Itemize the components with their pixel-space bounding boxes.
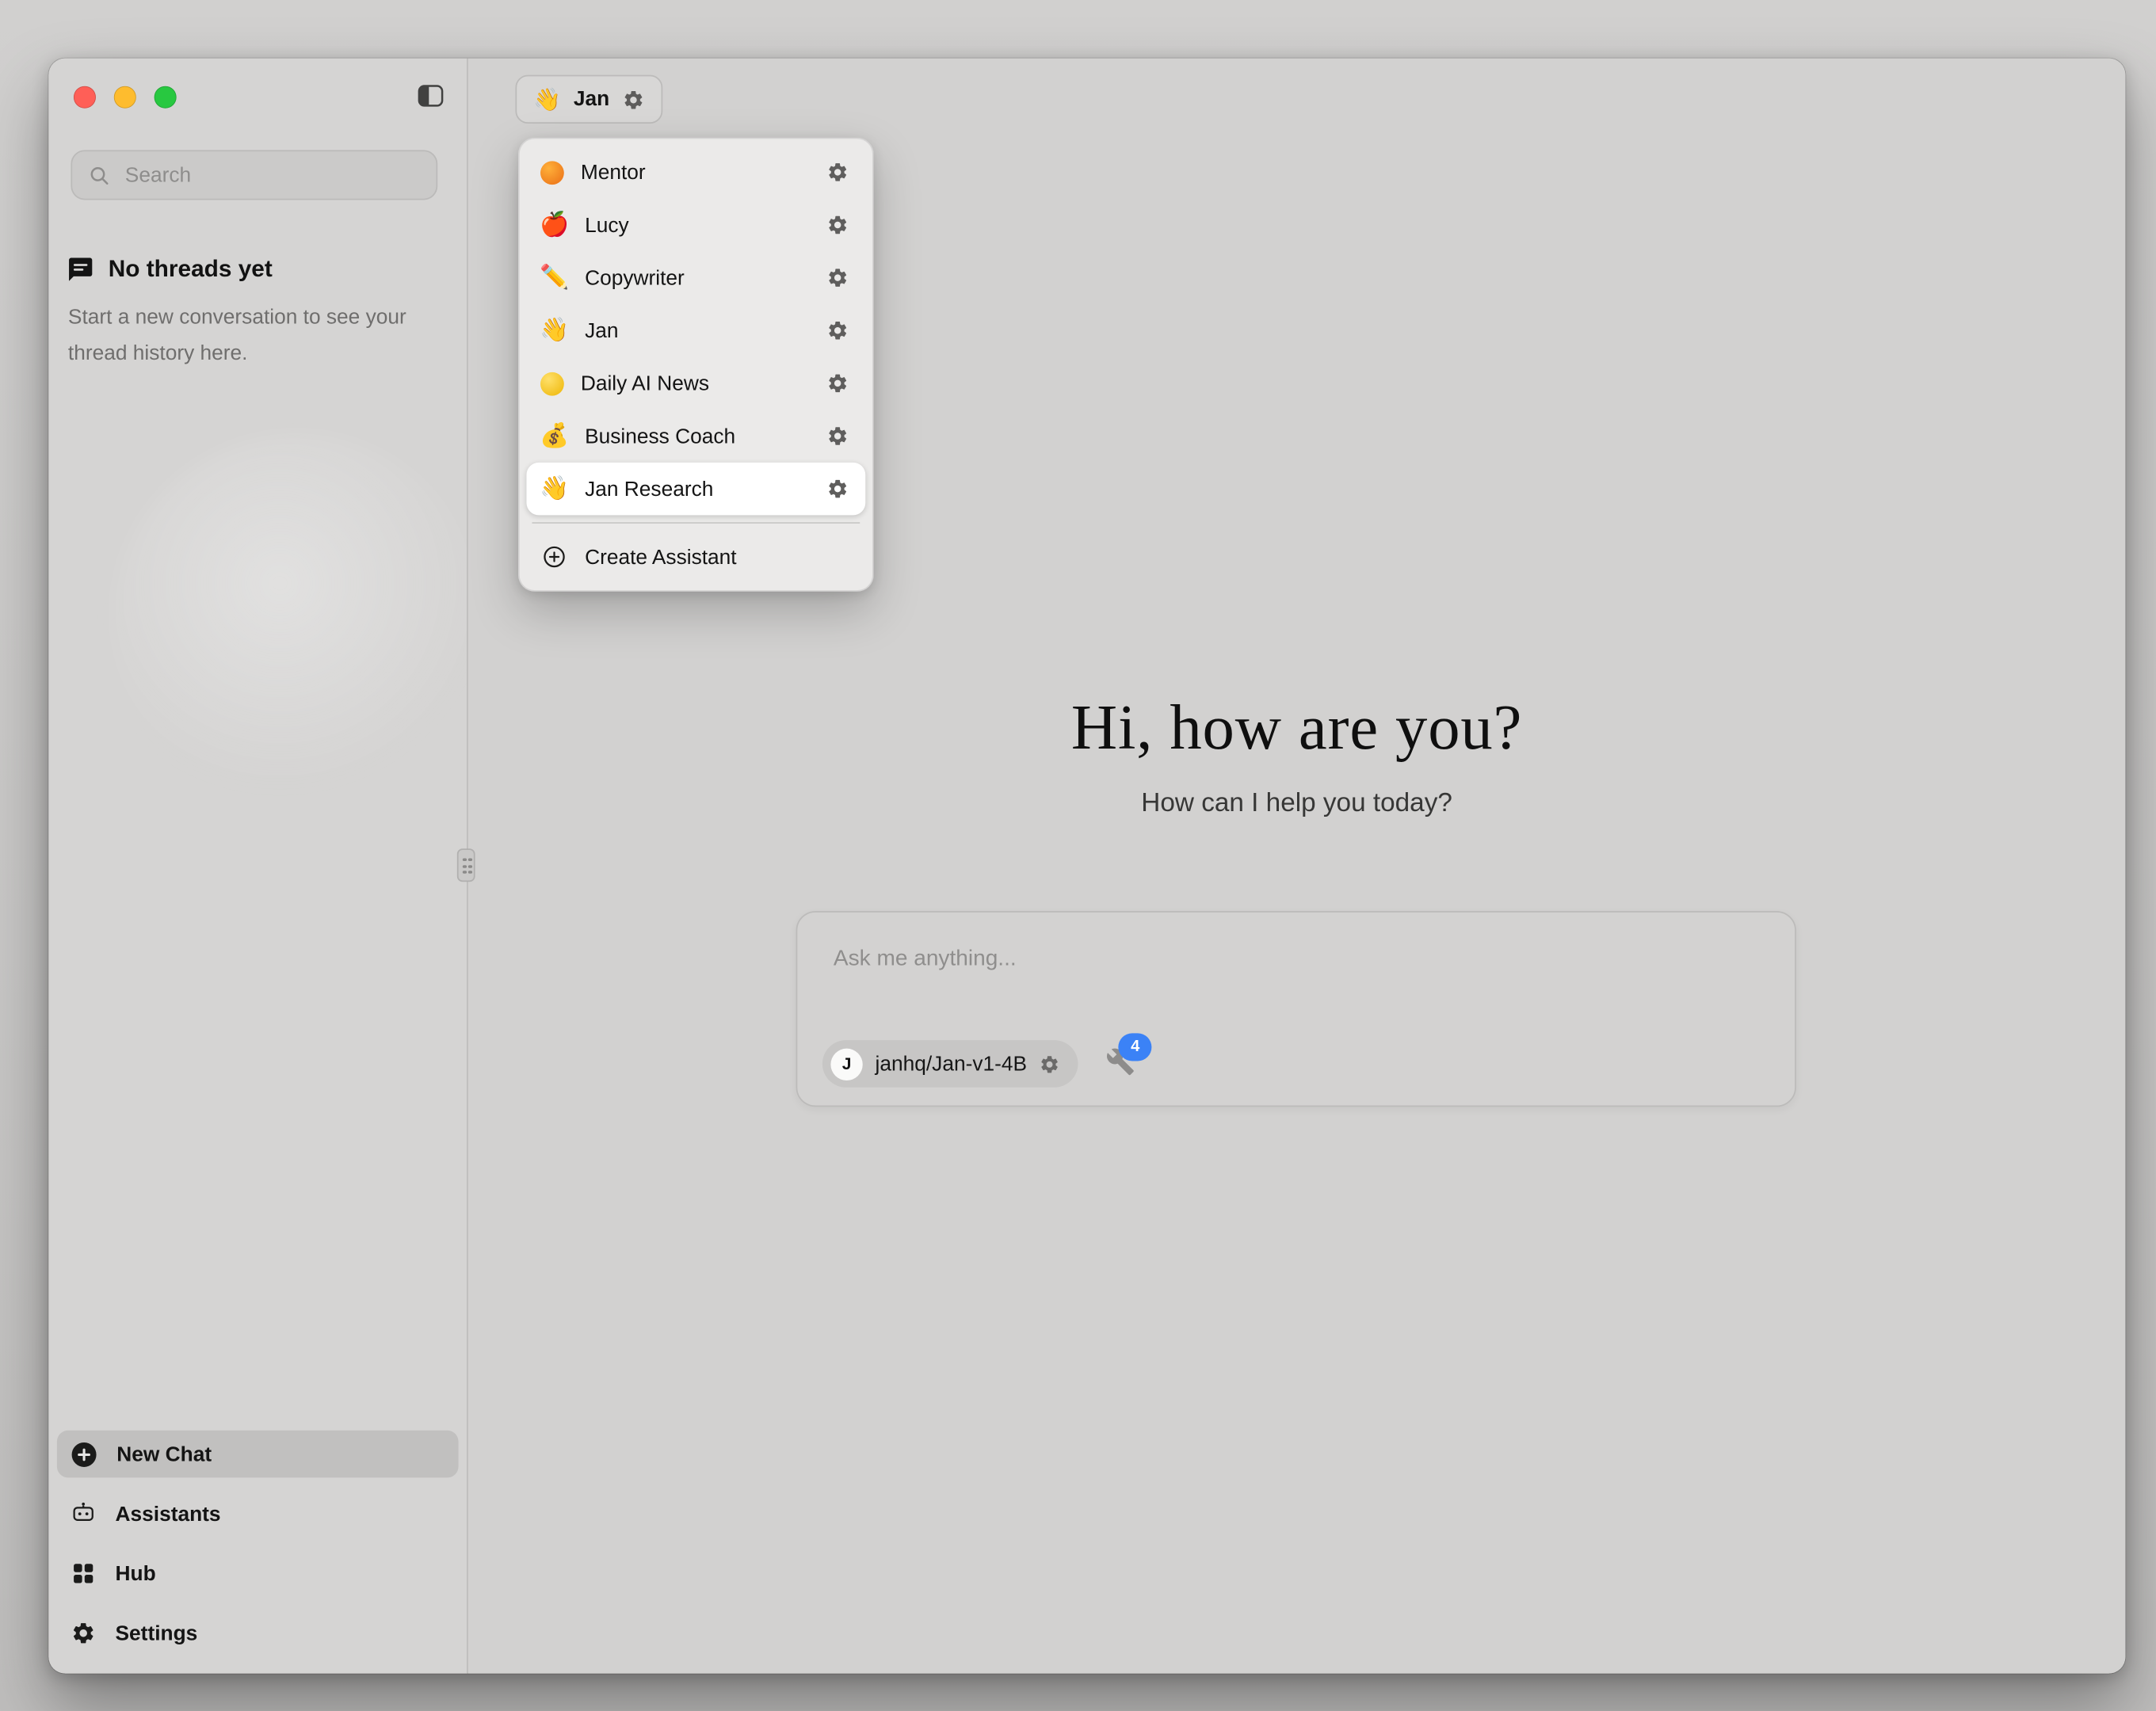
money-bag-icon: 💰 bbox=[540, 425, 568, 448]
gear-icon bbox=[71, 1621, 96, 1646]
greeting-subtitle: How can I help you today? bbox=[468, 789, 2126, 820]
create-assistant-label: Create Assistant bbox=[585, 545, 856, 569]
menu-item-copywriter[interactable]: ✏️ Copywriter bbox=[526, 251, 865, 304]
new-chat-button[interactable]: New Chat bbox=[57, 1431, 459, 1478]
create-assistant-button[interactable]: Create Assistant bbox=[526, 531, 865, 584]
menu-item-label: Daily AI News bbox=[581, 372, 803, 395]
assistant-settings-button[interactable] bbox=[819, 154, 856, 191]
pencil-icon: ✏️ bbox=[540, 266, 568, 290]
nav-label-new-chat: New Chat bbox=[116, 1442, 212, 1466]
menu-item-lucy[interactable]: 🍎 Lucy bbox=[526, 199, 865, 252]
model-selector-button[interactable]: J janhq/Jan-v1-4B bbox=[822, 1040, 1078, 1088]
composer-toolbar: J janhq/Jan-v1-4B 4 bbox=[822, 1040, 1137, 1088]
search-icon bbox=[87, 163, 111, 187]
sidebar-item-assistants[interactable]: Assistants bbox=[57, 1490, 459, 1538]
greeting-block: Hi, how are you? How can I help you toda… bbox=[468, 686, 2126, 819]
menu-item-label: Jan bbox=[585, 318, 803, 342]
gear-icon bbox=[826, 425, 849, 447]
yellow-circle-icon bbox=[540, 372, 564, 395]
sidebar-glow-decoration bbox=[111, 433, 468, 808]
nav-label-settings: Settings bbox=[116, 1621, 198, 1645]
sidebar-toggle-button[interactable] bbox=[413, 81, 449, 114]
gear-icon bbox=[826, 161, 849, 183]
gear-icon bbox=[826, 319, 849, 341]
tools-button[interactable]: 4 bbox=[1103, 1047, 1136, 1080]
chat-bubble-icon bbox=[67, 256, 94, 284]
panel-left-icon bbox=[414, 82, 447, 109]
model-avatar: J bbox=[830, 1048, 862, 1080]
minimize-button[interactable] bbox=[114, 86, 136, 109]
nav-label-hub: Hub bbox=[116, 1561, 156, 1585]
sidebar-item-settings[interactable]: Settings bbox=[57, 1610, 459, 1657]
grid-icon bbox=[71, 1561, 96, 1587]
main-panel: 👋 Jan Mentor 🍎 Lucy bbox=[468, 59, 2126, 1674]
empty-state-description: Start a new conversation to see your thr… bbox=[68, 300, 415, 372]
menu-item-label: Mentor bbox=[581, 160, 803, 184]
menu-item-daily-ai-news[interactable]: Daily AI News bbox=[526, 357, 865, 410]
gear-icon bbox=[826, 478, 849, 500]
composer-card[interactable]: J janhq/Jan-v1-4B 4 bbox=[796, 911, 1796, 1107]
apple-icon: 🍎 bbox=[540, 213, 568, 237]
assistant-settings-button[interactable] bbox=[819, 260, 856, 296]
assistant-settings-button[interactable] bbox=[819, 312, 856, 349]
sidebar-item-hub[interactable]: Hub bbox=[57, 1550, 459, 1598]
empty-threads-state: No threads yet Start a new conversation … bbox=[67, 256, 445, 372]
bot-icon bbox=[71, 1501, 96, 1526]
menu-item-mentor[interactable]: Mentor bbox=[526, 146, 865, 199]
menu-item-business-coach[interactable]: 💰 Business Coach bbox=[526, 410, 865, 463]
assistant-name: Jan bbox=[574, 87, 609, 111]
close-button[interactable] bbox=[74, 86, 96, 109]
menu-separator bbox=[532, 522, 860, 524]
wave-icon: 👋 bbox=[540, 477, 568, 501]
plus-circle-icon bbox=[71, 1441, 97, 1467]
circle-plus-icon bbox=[540, 544, 568, 570]
search-field[interactable] bbox=[71, 150, 437, 200]
zoom-button[interactable] bbox=[155, 86, 177, 109]
assistant-selector-button[interactable]: 👋 Jan bbox=[515, 75, 662, 124]
gear-icon bbox=[826, 214, 849, 236]
tools-count-badge: 4 bbox=[1119, 1033, 1152, 1061]
assistant-settings-button[interactable] bbox=[819, 207, 856, 243]
assistant-settings-button[interactable] bbox=[819, 471, 856, 507]
assistant-settings-button[interactable] bbox=[819, 365, 856, 402]
sidebar-resize-handle[interactable] bbox=[457, 848, 475, 882]
app-window: No threads yet Start a new conversation … bbox=[48, 59, 2125, 1674]
search-input[interactable] bbox=[122, 162, 421, 188]
greeting-title: Hi, how are you? bbox=[468, 686, 2126, 769]
desktop-background: No threads yet Start a new conversation … bbox=[0, 0, 2156, 1711]
empty-state-title: No threads yet bbox=[109, 256, 273, 284]
gear-icon bbox=[826, 267, 849, 289]
menu-item-jan-research[interactable]: 👋 Jan Research bbox=[526, 463, 865, 516]
message-input[interactable] bbox=[797, 913, 1795, 1012]
nav-label-assistants: Assistants bbox=[116, 1502, 221, 1526]
gear-icon bbox=[826, 372, 849, 394]
menu-item-label: Copywriter bbox=[585, 266, 803, 290]
wave-icon: 👋 bbox=[540, 318, 568, 342]
assistant-menu: Mentor 🍎 Lucy ✏️ Copywriter bbox=[518, 138, 874, 592]
window-controls bbox=[74, 86, 177, 109]
sidebar-nav: New Chat Assistants Hub Settings bbox=[57, 1431, 459, 1657]
assistant-settings-button[interactable] bbox=[819, 418, 856, 455]
menu-item-label: Business Coach bbox=[585, 425, 803, 448]
gear-icon bbox=[622, 88, 644, 110]
menu-item-label: Lucy bbox=[585, 213, 803, 237]
wave-icon: 👋 bbox=[533, 88, 561, 110]
menu-item-label: Jan Research bbox=[585, 477, 803, 501]
sidebar: No threads yet Start a new conversation … bbox=[48, 59, 467, 1674]
gear-icon bbox=[1040, 1054, 1060, 1074]
menu-item-jan[interactable]: 👋 Jan bbox=[526, 304, 865, 357]
model-name: janhq/Jan-v1-4B bbox=[876, 1052, 1028, 1076]
orange-circle-icon bbox=[540, 160, 564, 184]
